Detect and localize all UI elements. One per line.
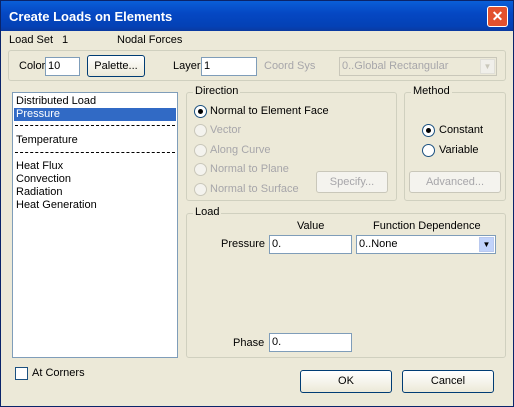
- advanced-button[interactable]: Advanced...: [409, 171, 501, 193]
- radio-vector[interactable]: [194, 124, 207, 137]
- load-title: Load: [193, 206, 222, 218]
- ok-button[interactable]: OK: [300, 370, 392, 393]
- direction-option-label: Normal to Element Face: [210, 105, 329, 117]
- radio-normal-to-plane[interactable]: [194, 163, 207, 176]
- radio-variable[interactable]: [422, 144, 435, 157]
- load-set-label: Load Set: [9, 34, 54, 46]
- phase-label: Phase: [233, 337, 265, 349]
- specify-button[interactable]: Specify...: [316, 171, 388, 193]
- direction-option-label: Vector: [210, 124, 242, 136]
- radio-normal-to-surface[interactable]: [194, 183, 207, 196]
- window-title: Create Loads on Elements: [9, 9, 173, 24]
- radio-along-curve[interactable]: [194, 144, 207, 157]
- layer-input[interactable]: 1: [201, 57, 257, 76]
- chevron-down-icon: ▼: [479, 237, 494, 252]
- close-icon: ✕: [491, 8, 504, 24]
- list-separator: [15, 152, 175, 153]
- load-set-value: 1: [62, 34, 69, 46]
- coord-sys-value: 0..Global Rectangular: [342, 60, 449, 72]
- list-item-heat-flux[interactable]: Heat Flux: [14, 160, 176, 173]
- load-type-label: Nodal Forces: [117, 34, 183, 46]
- method-title: Method: [411, 85, 452, 97]
- coord-sys-label: Coord Sys: [264, 60, 316, 72]
- function-dependence-value: 0..None: [359, 238, 398, 250]
- list-separator: [15, 125, 175, 126]
- function-column-header: Function Dependence: [373, 220, 481, 232]
- direction-option-label: Normal to Plane: [210, 163, 289, 175]
- palette-button[interactable]: Palette...: [87, 55, 145, 77]
- load-type-list[interactable]: Distributed Load Pressure Temperature He…: [12, 92, 178, 358]
- list-item-distributed-load[interactable]: Distributed Load: [14, 95, 176, 108]
- at-corners-checkbox[interactable]: [15, 367, 28, 380]
- function-dependence-select[interactable]: 0..None ▼: [356, 235, 496, 254]
- direction-option-label: Normal to Surface: [210, 183, 299, 195]
- list-item-radiation[interactable]: Radiation: [14, 186, 176, 199]
- color-label: Color: [19, 60, 46, 72]
- close-button[interactable]: ✕: [487, 6, 508, 27]
- method-option-label: Variable: [439, 144, 479, 156]
- method-option-label: Constant: [439, 124, 484, 136]
- layer-label: Layer: [173, 60, 201, 72]
- cancel-button[interactable]: Cancel: [402, 370, 494, 393]
- list-item-convection[interactable]: Convection: [14, 173, 176, 186]
- create-loads-dialog: Create Loads on Elements ✕ Load Set 1 No…: [0, 0, 514, 407]
- phase-input[interactable]: 0.: [269, 333, 352, 352]
- color-input[interactable]: 10: [45, 57, 80, 76]
- direction-option-label: Along Curve: [210, 144, 271, 156]
- at-corners-label: At Corners: [32, 367, 85, 379]
- radio-normal-to-element-face[interactable]: [194, 105, 207, 118]
- pressure-label: Pressure: [221, 238, 266, 250]
- coord-sys-select[interactable]: 0..Global Rectangular ▼: [339, 57, 497, 76]
- value-column-header: Value: [297, 220, 325, 232]
- chevron-down-icon: ▼: [480, 59, 495, 74]
- list-item-heat-generation[interactable]: Heat Generation: [14, 199, 176, 212]
- radio-constant[interactable]: [422, 124, 435, 137]
- direction-title: Direction: [193, 85, 241, 97]
- list-item-pressure[interactable]: Pressure: [14, 108, 176, 121]
- title-bar[interactable]: Create Loads on Elements ✕: [1, 1, 513, 31]
- list-item-temperature[interactable]: Temperature: [14, 134, 176, 147]
- pressure-value-input[interactable]: 0.: [269, 235, 352, 254]
